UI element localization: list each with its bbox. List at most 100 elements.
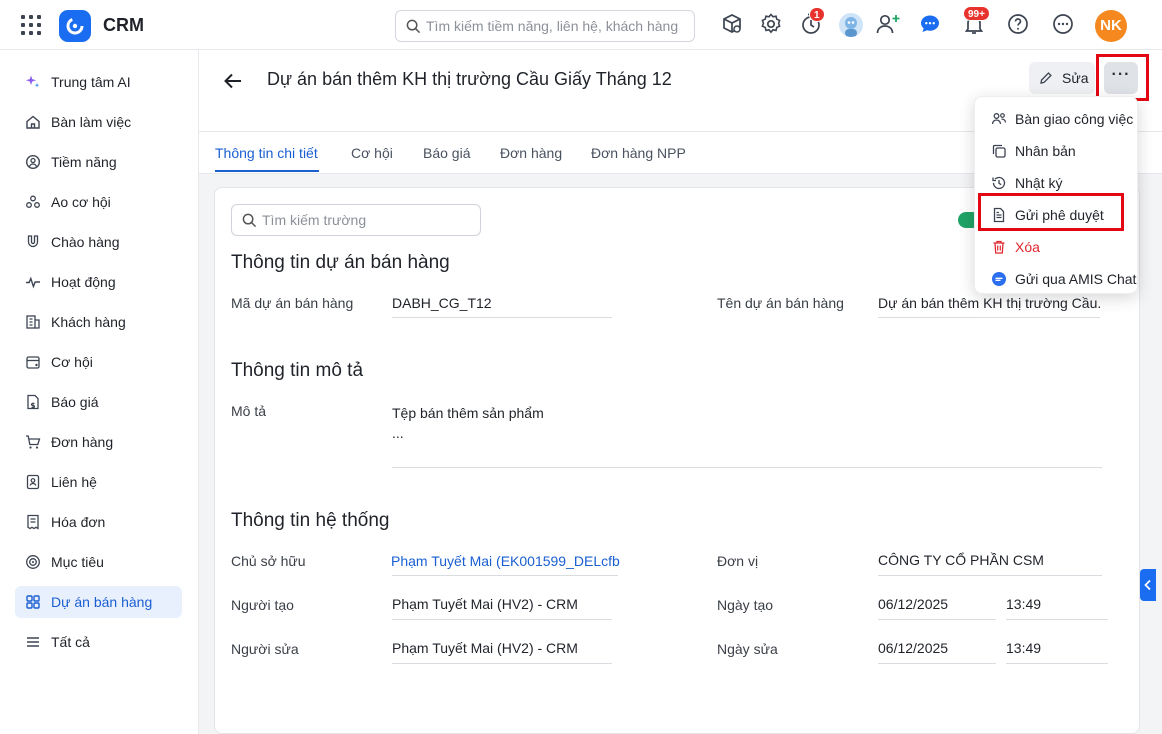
- field-value-name[interactable]: Dự án bán thêm KH thị trường Cầu...: [878, 295, 1100, 311]
- tab-details[interactable]: Thông tin chi tiết: [215, 145, 318, 161]
- ai-assistant-avatar[interactable]: [839, 13, 863, 37]
- sidebar-item-label: Tiềm năng: [51, 154, 117, 170]
- sidebar-item-orders[interactable]: Đơn hàng: [15, 426, 182, 458]
- menu-item-send-amis-chat[interactable]: Gửi qua AMIS Chat: [975, 264, 1139, 294]
- target-user-icon: [25, 154, 41, 170]
- side-panel-toggle[interactable]: [1140, 569, 1156, 601]
- field-underline: [392, 619, 612, 620]
- contact-card-icon: [26, 474, 40, 490]
- group-icon: [26, 195, 40, 208]
- sidebar-item-goals[interactable]: Mục tiêu: [15, 546, 182, 578]
- help-icon[interactable]: [1006, 12, 1032, 38]
- sidebar-item-customers[interactable]: Khách hàng: [15, 306, 182, 338]
- sidebar-item-all[interactable]: Tất cả: [15, 626, 182, 658]
- user-avatar[interactable]: NK: [1095, 10, 1127, 42]
- sidebar-item-label: Đơn hàng: [51, 434, 114, 450]
- global-search-input[interactable]: [426, 11, 688, 41]
- field-underline: [1006, 663, 1108, 664]
- sidebar-item-label: Ao cơ hội: [51, 194, 111, 210]
- sidebar-item-label: Báo giá: [51, 394, 99, 410]
- magnet-icon: [27, 235, 39, 248]
- calendar-icon: [26, 356, 40, 369]
- chevron-left-icon: [1144, 579, 1151, 591]
- back-arrow-icon[interactable]: [222, 70, 244, 92]
- document-dollar-icon: [27, 394, 39, 410]
- tab-orders[interactable]: Đơn hàng: [500, 145, 562, 161]
- sidebar-item-label: Liên hệ: [51, 474, 97, 490]
- field-value-modifier[interactable]: Phạm Tuyết Mai (HV2) - CRM: [392, 640, 612, 656]
- sidebar-item-leads[interactable]: Tiềm năng: [15, 146, 182, 178]
- section-title-sales-project: Thông tin dự án bán hàng: [231, 252, 450, 273]
- box-search-icon[interactable]: [720, 12, 746, 38]
- history-icon: [992, 176, 1006, 190]
- sparkle-icon: [26, 75, 40, 88]
- menu-item-label: Bàn giao công việc: [1015, 111, 1134, 127]
- field-underline: [392, 575, 618, 576]
- sidebar-item-label: Hóa đơn: [51, 514, 106, 530]
- sidebar-item-workspace[interactable]: Bàn làm việc: [15, 106, 182, 138]
- trash-icon: [993, 240, 1005, 254]
- menu-icon: [27, 637, 39, 647]
- field-value-unit[interactable]: CÔNG TY CỔ PHẦN CSM: [878, 552, 1102, 568]
- edit-button[interactable]: Sửa: [1029, 62, 1095, 94]
- sidebar-item-sales-projects[interactable]: Dự án bán hàng: [15, 586, 182, 618]
- tab-quotes[interactable]: Báo giá: [423, 145, 470, 161]
- send-approval-highlight: [978, 193, 1124, 231]
- sidebar-item-invoices[interactable]: Hóa đơn: [15, 506, 182, 538]
- sidebar-item-label: Hoạt động: [51, 274, 116, 290]
- timer-badge: 1: [809, 7, 825, 22]
- active-tab-indicator: [215, 170, 319, 172]
- crm-logo-icon: [59, 10, 91, 42]
- field-underline: [878, 619, 996, 620]
- menu-item-label: Nhật ký: [1015, 175, 1063, 191]
- field-underline: [392, 663, 612, 664]
- field-label-creator: Người tạo: [231, 597, 294, 613]
- field-search[interactable]: [231, 204, 481, 236]
- tab-distributor-orders[interactable]: Đơn hàng NPP: [591, 145, 686, 161]
- page-title: Dự án bán thêm KH thị trường Cầu Giấy Th…: [267, 69, 672, 89]
- field-value-description-line2: ...: [392, 425, 404, 441]
- field-value-created-time[interactable]: 13:49: [1006, 596, 1041, 612]
- tab-opportunities[interactable]: Cơ hội: [351, 145, 393, 161]
- sidebar-item-contacts[interactable]: Liên hệ: [15, 466, 182, 498]
- sidebar-item-opportunities[interactable]: Cơ hội: [15, 346, 182, 378]
- field-value-creator[interactable]: Phạm Tuyết Mai (HV2) - CRM: [392, 596, 612, 612]
- sidebar-item-label: Tất cả: [51, 634, 90, 650]
- field-underline: [878, 575, 1102, 576]
- search-icon: [242, 213, 257, 228]
- chat-icon[interactable]: [918, 12, 944, 38]
- menu-item-duplicate[interactable]: Nhân bản: [975, 136, 1139, 166]
- field-value-modified-date[interactable]: 06/12/2025: [878, 640, 948, 656]
- add-user-icon[interactable]: [875, 12, 901, 38]
- sidebar-item-label: Mục tiêu: [51, 554, 104, 570]
- sidebar-item-ai-center[interactable]: Trung tâm AI: [15, 66, 182, 98]
- field-value-modified-time[interactable]: 13:49: [1006, 640, 1041, 656]
- field-label-description: Mô tả: [231, 403, 267, 419]
- field-value-created-date[interactable]: 06/12/2025: [878, 596, 948, 612]
- field-value-description-line1[interactable]: Tệp bán thêm sản phẩm: [392, 405, 544, 421]
- global-search[interactable]: [395, 10, 695, 42]
- gear-icon[interactable]: [759, 12, 785, 38]
- field-underline: [392, 317, 612, 318]
- sidebar-item-opportunity-pool[interactable]: Ao cơ hội: [15, 186, 182, 218]
- sidebar-item-offers[interactable]: Chào hàng: [15, 226, 182, 258]
- grid-icon: [26, 595, 40, 609]
- notification-badge: 99+: [963, 6, 990, 21]
- more-apps-icon[interactable]: [1051, 12, 1077, 38]
- app-launcher-icon[interactable]: [21, 15, 41, 35]
- amis-chat-icon: [992, 272, 1006, 286]
- field-value-owner-link[interactable]: Phạm Tuyết Mai (EK001599_DELcfb: [391, 553, 621, 569]
- sidebar-item-activities[interactable]: Hoạt động: [15, 266, 182, 298]
- field-search-input[interactable]: [262, 205, 474, 235]
- menu-item-delete[interactable]: Xóa: [975, 232, 1139, 262]
- sidebar-item-label: Bàn làm việc: [51, 114, 132, 130]
- sidebar-item-quotes[interactable]: Báo giá: [15, 386, 182, 418]
- field-label-created-date: Ngày tạo: [717, 597, 774, 613]
- app-brand: CRM: [103, 15, 144, 35]
- menu-item-handover[interactable]: Bàn giao công việc: [975, 104, 1139, 134]
- menu-item-label: Xóa: [1015, 239, 1040, 255]
- field-value-code[interactable]: DABH_CG_T12: [392, 295, 612, 311]
- field-underline: [878, 317, 1100, 318]
- field-label-code: Mã dự án bán hàng: [231, 295, 354, 311]
- section-title-description: Thông tin mô tả: [231, 360, 364, 381]
